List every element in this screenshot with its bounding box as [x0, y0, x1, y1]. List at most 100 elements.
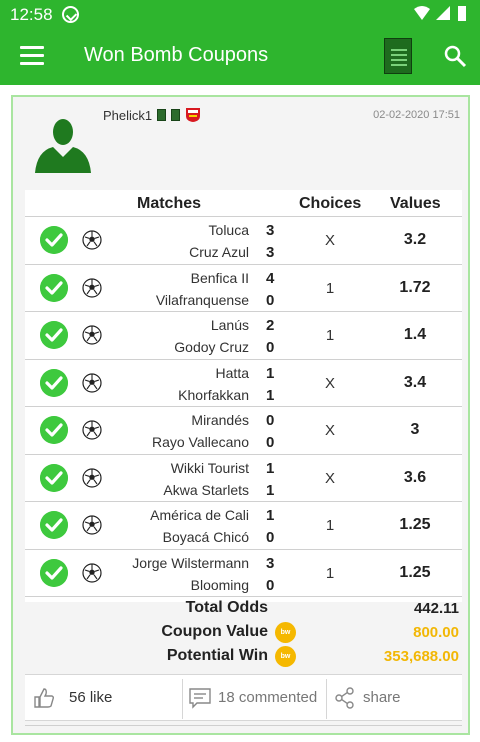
won-check-icon — [40, 368, 68, 397]
match-row: Benfica II Vilafranquense 4 0 1 1.72 — [25, 265, 462, 312]
coupon-card[interactable]: Phelick1 02-02-2020 17:51 Matches Choice… — [11, 95, 470, 735]
won-check-icon — [40, 511, 68, 539]
soccer-ball-icon — [82, 277, 102, 298]
search-icon[interactable] — [443, 44, 467, 68]
total-odds-label: Total Odds — [185, 599, 268, 616]
home-team: Benfica II — [190, 269, 249, 286]
odds-value: 3.2 — [403, 231, 427, 248]
potential-win-row: Potential Win bw 353,688.00 — [25, 645, 462, 669]
soccer-ball-icon — [82, 562, 102, 583]
app-title: Won Bomb Coupons — [84, 44, 269, 66]
odds-value: 1.4 — [403, 326, 427, 343]
home-team: Wikki Tourist — [170, 459, 249, 476]
won-check-icon — [40, 416, 68, 444]
choice: 1 — [325, 327, 335, 344]
status-icons — [414, 6, 466, 21]
wifi-icon — [414, 6, 430, 20]
away-team: Cruz Azul — [189, 244, 249, 260]
total-odds-row: Total Odds 442.11 — [25, 597, 462, 621]
coin-icon: bw — [275, 622, 296, 643]
thumbs-up-icon — [34, 688, 55, 708]
total-odds-value: 442.11 — [413, 600, 459, 617]
home-score: 1 — [266, 459, 275, 477]
away-team: Akwa Starlets — [163, 481, 249, 498]
share-icon — [335, 687, 354, 709]
won-check-icon — [40, 558, 68, 587]
won-check-icon — [40, 463, 68, 492]
odds-value: 3 — [410, 421, 420, 438]
home-team: Lanús — [210, 317, 249, 333]
choice: X — [324, 232, 335, 249]
soccer-ball-icon — [82, 467, 102, 488]
share-button[interactable]: share — [327, 675, 462, 722]
action-bar: 56 like 18 commented share — [25, 674, 462, 721]
comment-icon — [189, 688, 211, 709]
comment-count: 18 commented — [218, 689, 318, 706]
coin-icon: bw — [275, 646, 296, 667]
coupon-list-icon[interactable] — [384, 38, 412, 74]
match-row: Mirandés Rayo Vallecano 0 0 X 3 — [25, 407, 462, 455]
choice: 1 — [325, 564, 335, 582]
away-score: 0 — [266, 339, 275, 356]
choice: X — [324, 422, 335, 439]
comment-button[interactable]: 18 commented — [183, 675, 326, 722]
match-row: Hatta Khorfakkan 1 1 X 3.4 — [25, 360, 462, 407]
matches-table: Matches Choices Values Toluca Cruz Azul 3 3… — [25, 190, 462, 602]
match-row: Wikki Tourist Akwa Starlets 1 1 X 3.6 — [25, 455, 462, 502]
coupon-value-label: Coupon Value — [161, 623, 268, 640]
away-team: Rayo Vallecano — [151, 434, 249, 450]
away-team: Vilafranquense — [155, 291, 249, 308]
home-score: 3 — [266, 222, 275, 239]
odds-value: 3.6 — [403, 468, 427, 486]
home-team: Jorge Wilstermann — [132, 554, 249, 571]
match-row: Lanús Godoy Cruz 2 0 1 1.4 — [25, 312, 462, 360]
like-count: 56 like — [69, 689, 113, 706]
away-score: 1 — [266, 481, 275, 499]
match-row: Jorge Wilstermann Blooming 3 0 1 1.25 — [25, 550, 462, 597]
match-row: América de Cali Boyacá Chicó 1 0 1 1.25 — [25, 502, 462, 550]
soccer-ball-icon — [82, 515, 102, 535]
won-check-icon — [40, 273, 68, 302]
home-score: 1 — [266, 507, 275, 524]
home-score: 2 — [266, 317, 275, 334]
choice: X — [324, 374, 335, 392]
home-score: 0 — [266, 412, 275, 429]
header-choices: Choices — [299, 195, 362, 212]
share-label: share — [363, 689, 401, 706]
home-team: América de Cali — [150, 507, 249, 523]
odds-value: 3.4 — [403, 373, 427, 391]
battery-icon — [458, 6, 466, 21]
away-score: 1 — [266, 386, 275, 404]
home-team: Hatta — [215, 364, 249, 381]
odds-value: 1.25 — [399, 516, 431, 533]
choice: 1 — [325, 517, 335, 534]
won-check-icon — [40, 321, 68, 349]
app-bar: Won Bomb Coupons — [0, 28, 480, 85]
away-score: 0 — [266, 529, 275, 546]
home-score: 4 — [266, 269, 275, 287]
header-values: Values — [390, 195, 441, 212]
rank-badge-icon — [171, 109, 181, 121]
avatar-icon[interactable] — [33, 117, 93, 173]
soccer-ball-icon — [82, 420, 102, 440]
away-team: Boyacá Chicó — [162, 529, 249, 545]
home-team: Mirandés — [191, 412, 249, 428]
status-time: 12:58 — [10, 5, 53, 24]
home-score: 3 — [266, 554, 275, 572]
username[interactable]: Phelick1 — [103, 108, 152, 123]
won-check-icon — [40, 226, 68, 254]
status-bar: 12:58 — [0, 0, 480, 28]
match-row: Toluca Cruz Azul 3 3 X 3.2 — [25, 217, 462, 265]
soccer-ball-icon — [82, 372, 102, 393]
username-row: Phelick1 — [103, 107, 201, 123]
like-button[interactable]: 56 like — [25, 675, 170, 722]
club-crest-icon — [186, 108, 201, 122]
soccer-ball-icon — [82, 230, 102, 250]
away-score: 0 — [266, 291, 275, 309]
choice: X — [324, 469, 335, 487]
signal-icon — [436, 6, 450, 20]
odds-value: 1.72 — [399, 278, 431, 296]
potential-win-value: 353,688.00 — [383, 648, 459, 665]
menu-icon[interactable] — [20, 46, 44, 66]
away-score: 0 — [266, 434, 275, 451]
